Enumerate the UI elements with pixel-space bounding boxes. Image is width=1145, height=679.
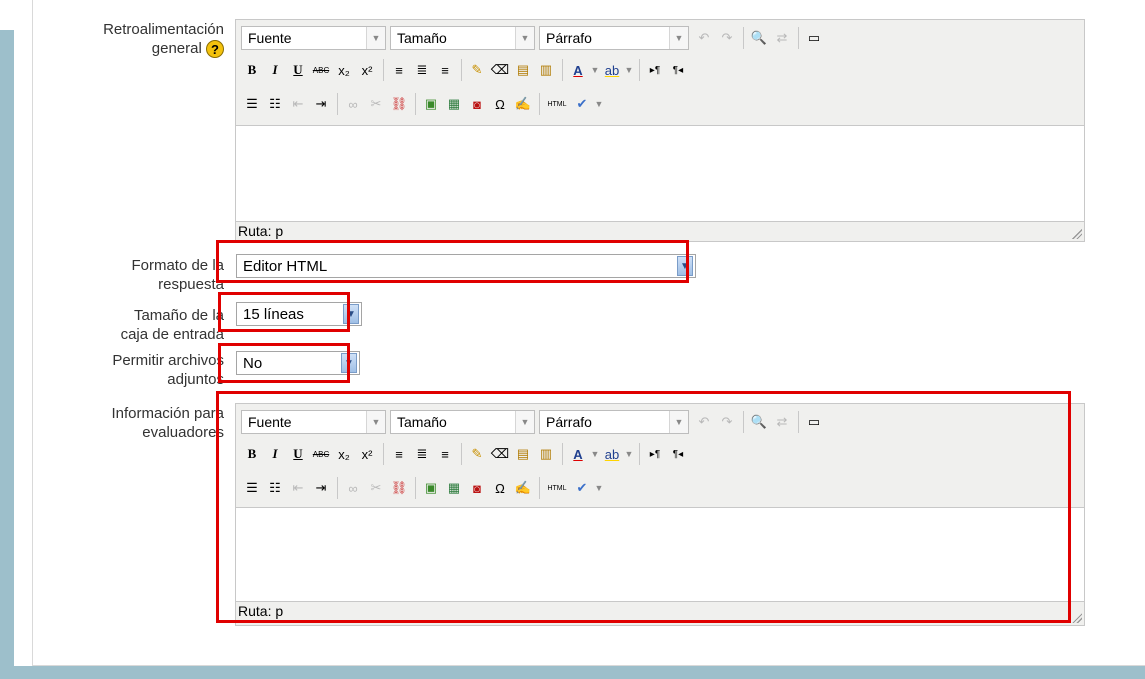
page-frame-left xyxy=(0,30,14,679)
eraser-icon[interactable]: ⌫ xyxy=(489,59,511,81)
box-size-label: Tamaño de la caja de entrada xyxy=(120,307,224,343)
editor-toolbar-row-2: B I U ABC x₂ x² ≡ ≣ ≡ ✎ ⌫ ▤ ▥ A ▼ ab ▼ ▸… xyxy=(241,57,690,83)
size-select[interactable]: Tamaño ▼ xyxy=(390,26,535,50)
undo-icon[interactable]: ↶ xyxy=(693,27,715,49)
special-char-button[interactable]: Ω xyxy=(489,93,511,115)
text-color-button[interactable]: A xyxy=(567,59,589,81)
align-center-icon[interactable]: ≣ xyxy=(411,59,433,81)
editor-content-area[interactable] xyxy=(236,125,1084,222)
chevron-down-icon: ▼ xyxy=(366,27,385,49)
editor-toolbar-row-1: Fuente ▼ Tamaño ▼ Párrafo ▼ ↶ ↷ 🔍 ⇄ ▭ xyxy=(241,25,826,51)
help-icon[interactable]: ? xyxy=(206,40,224,59)
nonbreaking-icon[interactable]: ✍ xyxy=(512,93,534,115)
page-frame-bottom xyxy=(0,666,1145,679)
feedback-editor: Fuente ▼ Tamaño ▼ Párrafo ▼ ↶ ↷ 🔍 ⇄ ▭ B I U… xyxy=(235,19,1085,242)
spellcheck-icon[interactable]: ✔ xyxy=(571,93,593,115)
chevron-down-icon: ▼ xyxy=(515,27,534,49)
paragraph-select[interactable]: Párrafo ▼ xyxy=(539,26,689,50)
image-icon[interactable]: ▣ xyxy=(420,93,442,115)
anchor-link-icon[interactable]: ⛓ xyxy=(388,93,410,115)
highlight-box-grader-info xyxy=(216,391,1071,623)
ltr-icon[interactable]: ▸¶ xyxy=(644,59,666,81)
font-select[interactable]: Fuente ▼ xyxy=(241,26,386,50)
highlight-box-response-format xyxy=(216,240,689,283)
grader-info-label: Información para evaluadores xyxy=(111,405,224,441)
replace-icon[interactable]: ⇄ xyxy=(771,27,793,49)
bullet-list-icon[interactable]: ☰ xyxy=(241,93,263,115)
strikethrough-button[interactable]: ABC xyxy=(310,59,332,81)
subscript-icon[interactable]: x₂ xyxy=(333,59,355,81)
highlight-box-attachments xyxy=(218,343,350,383)
editor-path: Ruta: p xyxy=(238,223,284,239)
editor-toolbar-row-3: ☰ ☷ ⇤ ⇥ ∞ ✂ ⛓ ▣ ▦ ◙ Ω ✍ HTML ✔ ▼ xyxy=(241,91,605,117)
align-right-icon[interactable]: ≡ xyxy=(434,59,456,81)
chevron-down-icon: ▼ xyxy=(669,27,688,49)
fullscreen-icon[interactable]: ▭ xyxy=(803,27,825,49)
outdent-icon[interactable]: ⇤ xyxy=(287,93,309,115)
align-left-icon[interactable]: ≡ xyxy=(388,59,410,81)
paste-text-icon[interactable]: ▤ xyxy=(512,59,534,81)
moodle-media-icon[interactable]: ◙ xyxy=(466,93,488,115)
highlight-color-icon[interactable]: ab xyxy=(601,59,623,81)
media-icon[interactable]: ▦ xyxy=(443,93,465,115)
link-icon[interactable]: ∞ xyxy=(342,93,364,115)
cleanup-icon[interactable]: ✎ xyxy=(466,59,488,81)
html-source-button[interactable]: HTML xyxy=(544,93,570,115)
resize-handle[interactable] xyxy=(1072,613,1082,623)
resize-handle[interactable] xyxy=(1072,229,1082,239)
superscript-icon[interactable]: x² xyxy=(356,59,378,81)
italic-button[interactable]: I xyxy=(264,59,286,81)
attachments-label: Permitir archivos adjuntos xyxy=(112,352,224,388)
chevron-down-icon[interactable]: ▼ xyxy=(590,59,600,81)
indent-icon[interactable]: ⇥ xyxy=(310,93,332,115)
paste-word-icon[interactable]: ▥ xyxy=(535,59,557,81)
rtl-icon[interactable]: ¶◂ xyxy=(667,59,689,81)
underline-button[interactable]: U xyxy=(287,59,309,81)
chevron-down-icon[interactable]: ▼ xyxy=(594,93,604,115)
bold-button[interactable]: B xyxy=(241,59,263,81)
chevron-down-icon[interactable]: ▼ xyxy=(624,59,634,81)
redo-icon[interactable]: ↷ xyxy=(716,27,738,49)
unlink-icon[interactable]: ✂ xyxy=(365,93,387,115)
find-icon[interactable]: 🔍 xyxy=(748,27,770,49)
numbered-list-icon[interactable]: ☷ xyxy=(264,93,286,115)
response-format-label: Formato de la respuesta xyxy=(131,257,224,293)
highlight-box-box-size xyxy=(218,292,350,332)
general-feedback-label: Retroalimentación general ? xyxy=(103,21,224,59)
